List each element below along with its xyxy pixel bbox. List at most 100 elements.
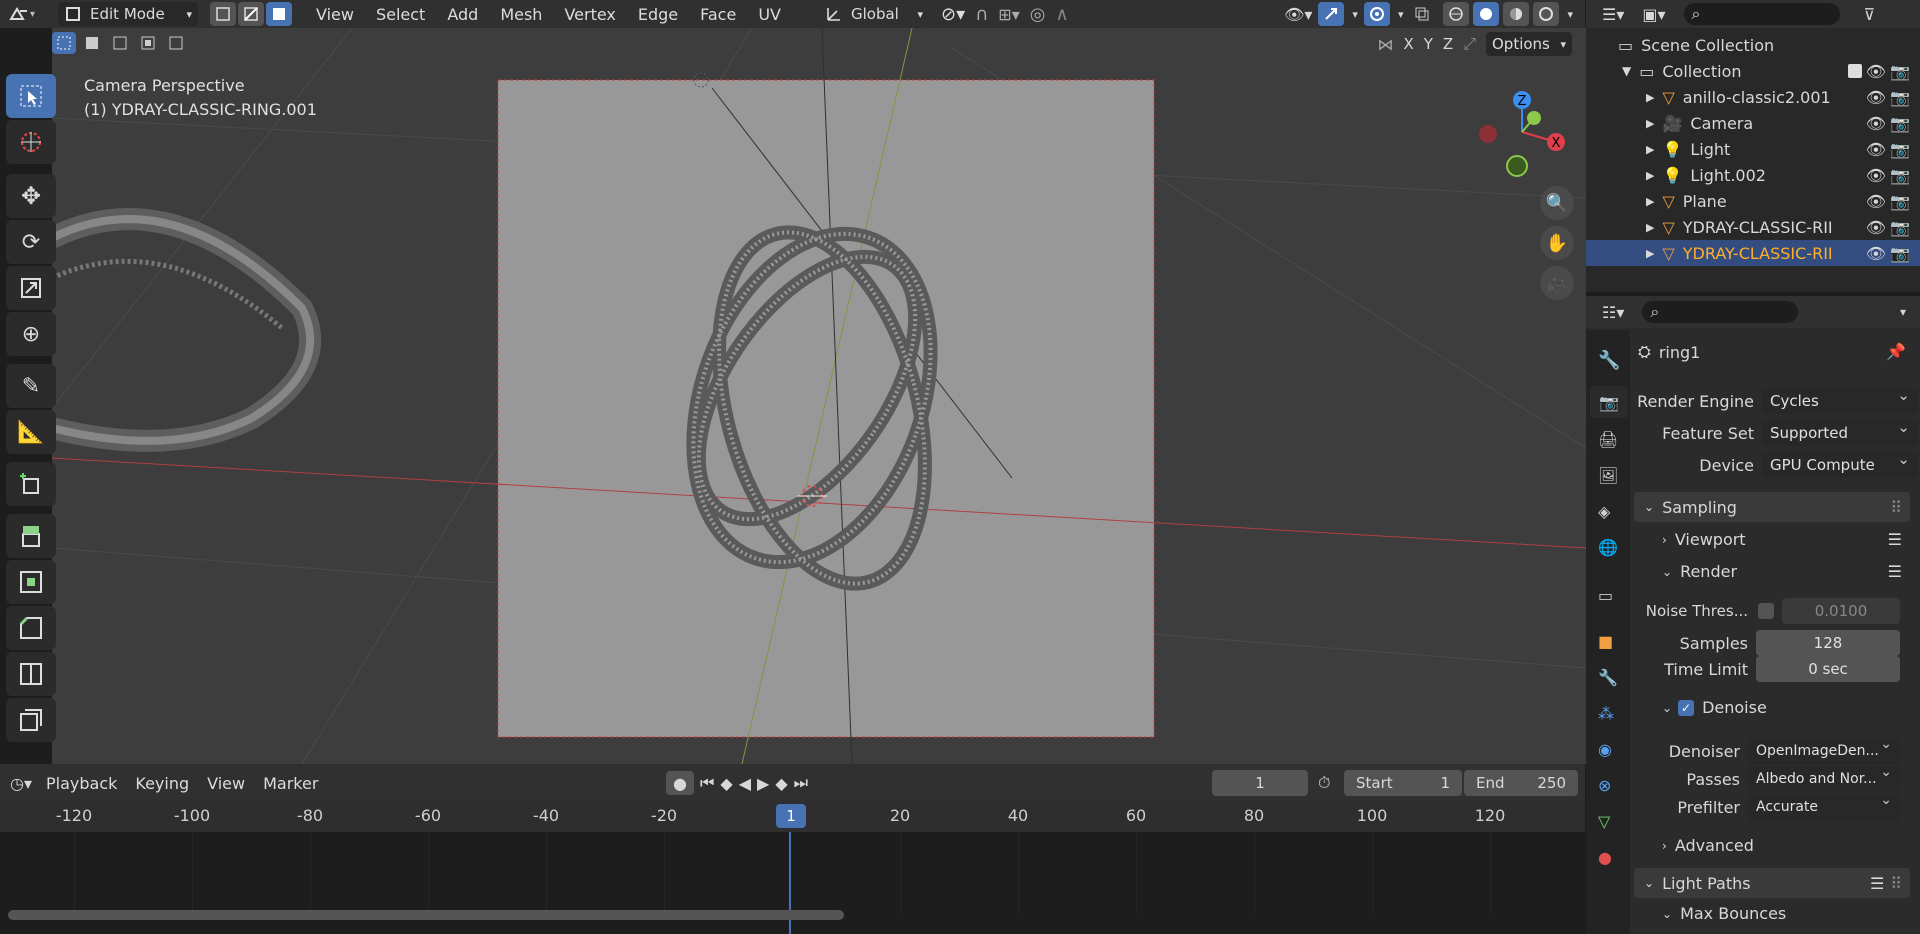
- feature-set-dropdown[interactable]: Supported: [1762, 418, 1918, 446]
- proportional-edit-icon[interactable]: ◎: [1030, 4, 1046, 25]
- render-camera-icon[interactable]: 📷: [1890, 114, 1910, 133]
- presets-icon[interactable]: ☰: [1870, 874, 1884, 893]
- knife-tool[interactable]: [6, 698, 56, 742]
- outliner-item[interactable]: ▶ ▽ anillo-classic2.001 👁 📷: [1586, 84, 1920, 110]
- menu-edge[interactable]: Edge: [638, 5, 678, 24]
- viewport-subpanel-header[interactable]: › Viewport ☰: [1662, 530, 1910, 549]
- menu-face[interactable]: Face: [700, 5, 736, 24]
- transform-tool[interactable]: ⊕: [6, 312, 56, 356]
- tool-tab-icon[interactable]: 🔧: [1598, 350, 1620, 371]
- scene-collection-row[interactable]: ▭ Scene Collection: [1586, 32, 1920, 58]
- samples-field[interactable]: 128: [1756, 630, 1900, 656]
- eye-icon[interactable]: 👁: [1866, 114, 1886, 133]
- outliner-item[interactable]: ▶ 🎥 Camera 👁 📷: [1586, 110, 1920, 136]
- menu-timeline-view[interactable]: View: [207, 774, 245, 793]
- eye-icon[interactable]: 👁: [1866, 218, 1886, 237]
- expand-arrow-icon[interactable]: ▶: [1646, 169, 1654, 182]
- drag-handle-icon[interactable]: ⠿: [1890, 874, 1902, 893]
- material-tab-icon[interactable]: ●: [1598, 848, 1612, 867]
- eye-icon[interactable]: 👁: [1866, 166, 1886, 185]
- shading-wireframe-button[interactable]: [1443, 2, 1470, 26]
- noise-threshold-checkbox[interactable]: [1758, 603, 1774, 619]
- jump-start-icon[interactable]: ⏮: [700, 773, 714, 793]
- expand-arrow-icon[interactable]: ▶: [1646, 117, 1654, 130]
- drag-handle-icon[interactable]: ⠿: [1890, 498, 1902, 517]
- falloff-icon[interactable]: ∧: [1055, 4, 1068, 25]
- checkbox-icon[interactable]: [1848, 64, 1862, 78]
- world-tab-icon[interactable]: 🌐: [1598, 538, 1618, 557]
- eye-icon[interactable]: 👁: [1866, 192, 1886, 211]
- xray-toggle-button[interactable]: [1409, 2, 1436, 26]
- light-paths-panel-header[interactable]: ⌄ Light Paths ☰ ⠿: [1634, 868, 1910, 898]
- render-camera-icon[interactable]: 📷: [1890, 244, 1910, 263]
- editor-type-icon[interactable]: ◷▾: [10, 774, 32, 793]
- add-cube-tool[interactable]: [6, 462, 56, 506]
- visibility-icon[interactable]: 👁▾: [1284, 5, 1312, 24]
- outliner-item[interactable]: ▶ 💡 Light.002 👁 📷: [1586, 162, 1920, 188]
- max-bounces-subpanel-header[interactable]: ⌄ Max Bounces: [1662, 904, 1786, 923]
- outliner-item[interactable]: ▶ ▽ YDRAY-CLASSIC-RII 👁 📷: [1586, 214, 1920, 240]
- outliner-item[interactable]: ▶ ▽ Plane 👁 📷: [1586, 188, 1920, 214]
- display-mode-icon[interactable]: ☰▾: [1602, 5, 1624, 24]
- loop-cut-tool[interactable]: [6, 652, 56, 696]
- device-dropdown[interactable]: GPU Compute: [1762, 450, 1918, 478]
- play-icon[interactable]: ▶: [757, 774, 769, 793]
- expand-arrow-icon[interactable]: ▶: [1646, 143, 1654, 156]
- menu-view[interactable]: View: [316, 5, 354, 24]
- denoise-checkbox[interactable]: ✓: [1678, 699, 1695, 716]
- menu-marker[interactable]: Marker: [263, 774, 318, 793]
- rotate-tool[interactable]: ⟳: [6, 220, 56, 264]
- menu-vertex[interactable]: Vertex: [564, 5, 615, 24]
- presets-icon[interactable]: ☰: [1888, 562, 1902, 581]
- filter-icon[interactable]: ⊽: [1864, 5, 1876, 24]
- time-limit-field[interactable]: 0 sec: [1756, 656, 1900, 682]
- select-box-tool[interactable]: [6, 74, 56, 118]
- properties-search-input[interactable]: ⌕: [1642, 301, 1799, 323]
- render-camera-icon[interactable]: 📷: [1890, 166, 1910, 185]
- expand-arrow-icon[interactable]: ▶: [1646, 91, 1654, 104]
- current-frame-field[interactable]: 1: [1212, 770, 1308, 796]
- pan-button[interactable]: ✋: [1540, 226, 1574, 260]
- sampling-panel-header[interactable]: ⌄ Sampling ⠿: [1634, 492, 1910, 522]
- eye-icon[interactable]: 👁: [1866, 140, 1886, 159]
- options-dropdown[interactable]: Options ▾: [1486, 32, 1572, 56]
- expand-arrow-icon[interactable]: ▶: [1646, 195, 1654, 208]
- vertex-select-button[interactable]: [210, 2, 236, 26]
- eye-icon[interactable]: 👁: [1866, 62, 1886, 81]
- record-icon[interactable]: ●: [666, 771, 694, 795]
- expand-arrow-icon[interactable]: ▼: [1622, 64, 1631, 78]
- overlay-toggle-button[interactable]: [1363, 2, 1390, 26]
- view-layer-tab-icon[interactable]: 🖼: [1598, 466, 1618, 485]
- scale-tool[interactable]: [6, 266, 56, 310]
- face-select-button[interactable]: [266, 2, 292, 26]
- outliner-item[interactable]: ▶ ▽ YDRAY-CLASSIC-RII 👁 📷: [1586, 240, 1920, 266]
- menu-uv[interactable]: UV: [758, 5, 781, 24]
- collection-row[interactable]: ▼ ▭ Collection 👁 📷: [1586, 58, 1920, 84]
- prev-keyframe-icon[interactable]: ◆: [720, 774, 732, 793]
- object-tab-icon[interactable]: ■: [1598, 632, 1613, 651]
- mode-dropdown[interactable]: Edit Mode ▾: [58, 2, 198, 26]
- prefilter-dropdown[interactable]: Accurate: [1748, 792, 1900, 820]
- select-extend-button[interactable]: [80, 32, 104, 54]
- select-new-button[interactable]: [52, 32, 76, 54]
- editor-type-button[interactable]: ▾: [8, 5, 48, 23]
- edge-select-button[interactable]: [238, 2, 264, 26]
- render-subpanel-header[interactable]: ⌄ Render ☰: [1662, 562, 1910, 581]
- properties-editor-icon[interactable]: ☷▾: [1602, 303, 1624, 322]
- outliner-item[interactable]: ▶ 💡 Light 👁 📷: [1586, 136, 1920, 162]
- pin-icon[interactable]: 📌: [1886, 342, 1906, 361]
- mirror-y-toggle[interactable]: Y: [1424, 35, 1433, 53]
- 3d-viewport[interactable]: Camera Perspective (1) YDRAY-CLASSIC-RIN…: [52, 28, 1586, 764]
- inset-tool[interactable]: [6, 560, 56, 604]
- bevel-tool[interactable]: [6, 606, 56, 650]
- data-tab-icon[interactable]: ▽: [1598, 812, 1610, 831]
- extrude-tool[interactable]: [6, 514, 56, 558]
- select-intersect-button[interactable]: [164, 32, 188, 54]
- snap-target-icon[interactable]: ⊞▾: [998, 5, 1019, 24]
- pivot-icon[interactable]: ⊘▾: [941, 4, 965, 25]
- render-tab-icon[interactable]: 📷: [1590, 386, 1628, 418]
- render-camera-icon[interactable]: 📷: [1890, 192, 1910, 211]
- shading-material-button[interactable]: [1503, 2, 1530, 26]
- eye-icon[interactable]: 👁: [1866, 88, 1886, 107]
- render-engine-dropdown[interactable]: Cycles: [1762, 386, 1918, 414]
